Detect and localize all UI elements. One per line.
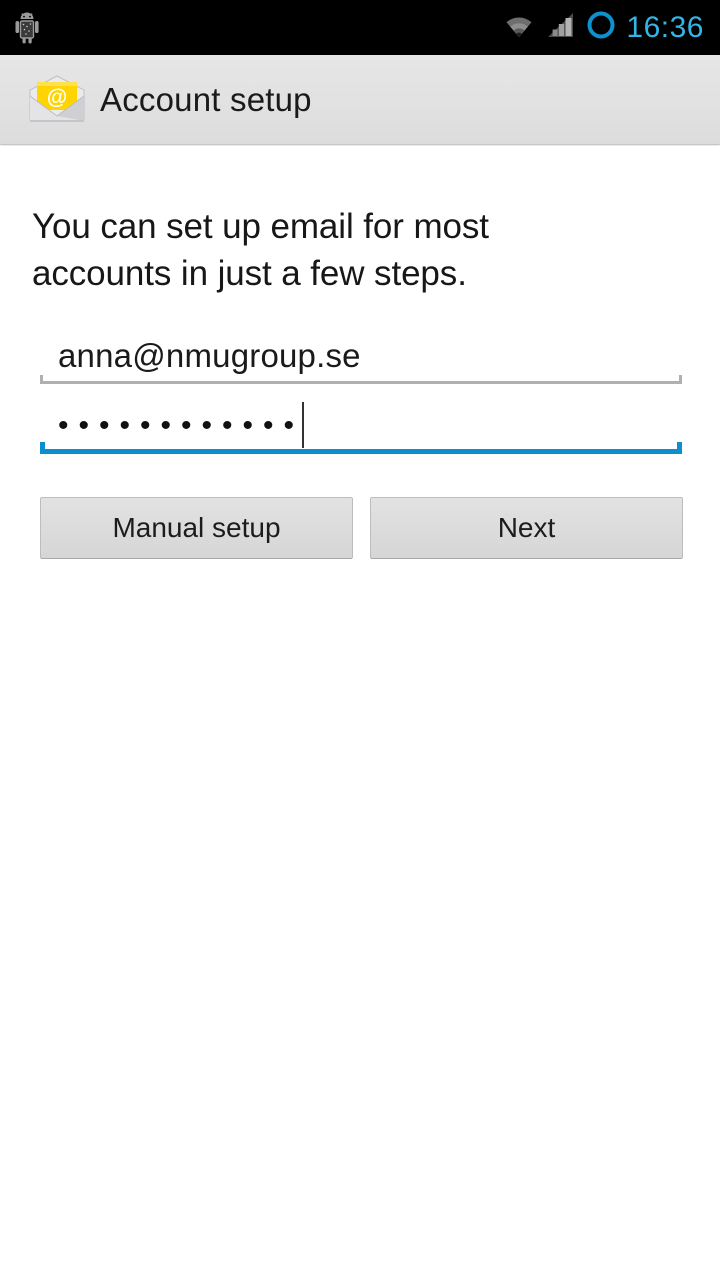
cellular-signal-icon: [546, 10, 576, 45]
email-address-input[interactable]: anna@nmugroup.se: [40, 328, 682, 384]
email-address-value: anna@nmugroup.se: [58, 337, 361, 374]
password-masked-value: ••••••••••••: [58, 409, 305, 442]
password-input[interactable]: ••••••••••••: [40, 398, 682, 454]
status-bar-notifications: [0, 10, 501, 46]
svg-text:@: @: [47, 86, 67, 109]
android-account-setup-screen: 16:36 @ Account setup You can set up ema…: [0, 0, 720, 1280]
android-robot-icon: [10, 10, 44, 46]
email-at-envelope-icon: @: [26, 74, 88, 126]
status-bar[interactable]: 16:36: [0, 0, 720, 55]
action-button-row: Manual setup Next: [40, 497, 688, 559]
page-title: Account setup: [100, 80, 312, 118]
email-field-underline: [40, 375, 682, 384]
status-bar-clock: 16:36: [626, 10, 704, 44]
password-field-underline: [40, 442, 682, 454]
action-bar[interactable]: @ Account setup: [0, 55, 720, 145]
manual-setup-button[interactable]: Manual setup: [40, 497, 353, 559]
text-cursor: [302, 402, 305, 448]
wifi-icon: [501, 10, 537, 45]
setup-content: You can set up email for most accounts i…: [0, 146, 720, 1280]
alarm-ring-icon: [585, 9, 617, 46]
status-bar-system-icons: 16:36: [501, 9, 720, 46]
instructions-text: You can set up email for most accounts i…: [32, 207, 489, 293]
next-button[interactable]: Next: [370, 497, 683, 559]
